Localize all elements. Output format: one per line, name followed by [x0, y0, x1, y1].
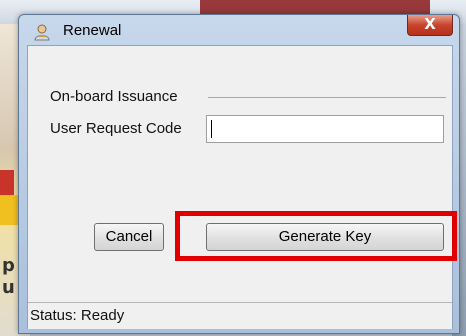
close-icon: X — [424, 15, 436, 33]
request-code-input[interactable] — [206, 115, 444, 143]
window-title: Renewal — [63, 22, 122, 39]
dialog-body: On-board Issuance User Request Code Canc… — [27, 45, 457, 329]
cancel-button[interactable]: Cancel — [94, 223, 164, 251]
group-separator — [208, 97, 446, 98]
request-code-label: User Request Code — [50, 120, 182, 137]
group-label-onboard-issuance: On-board Issuance — [50, 88, 178, 105]
title-bar[interactable]: Renewal X — [19, 15, 459, 45]
renewal-dialog: Renewal X On-board Issuance User Request… — [18, 14, 460, 334]
background-titlebar-strip — [200, 0, 430, 14]
close-button[interactable]: X — [407, 15, 453, 36]
text-caret — [211, 120, 212, 138]
status-text: Status: Ready — [30, 307, 125, 324]
highlight-box — [175, 211, 457, 261]
status-bar: Status: Ready — [28, 302, 452, 329]
user-key-icon — [33, 23, 51, 41]
background-letters: p u — [2, 255, 15, 298]
